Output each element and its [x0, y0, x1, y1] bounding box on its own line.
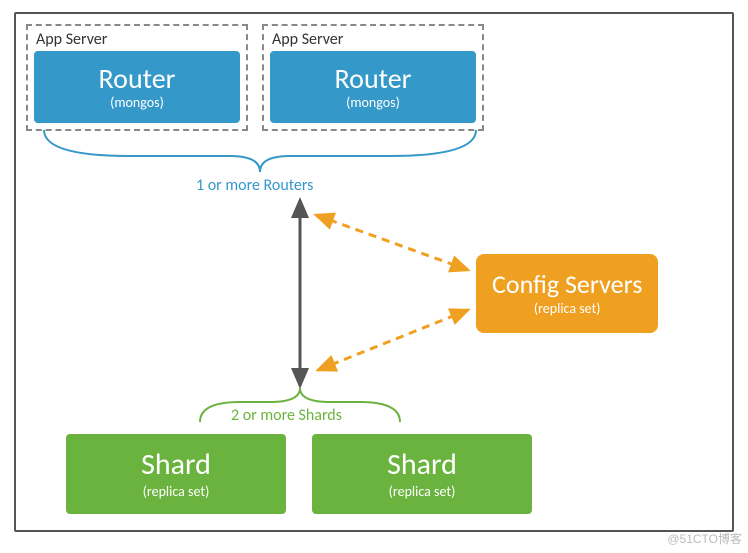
app-server-box-1: App Server Router (mongos) [26, 24, 248, 131]
shard-box-2: Shard (replica set) [312, 434, 532, 514]
routers-brace-label: 1 or more Routers [196, 176, 313, 195]
shard-title: Shard [66, 446, 286, 483]
router-box-2: Router (mongos) [270, 51, 476, 123]
router-subtitle: (mongos) [270, 94, 476, 111]
shard-box-1: Shard (replica set) [66, 434, 286, 514]
shards-brace-label: 2 or more Shards [231, 406, 342, 425]
app-server-label: App Server [34, 30, 240, 51]
app-server-box-2: App Server Router (mongos) [262, 24, 484, 131]
router-box-1: Router (mongos) [34, 51, 240, 123]
app-server-label: App Server [270, 30, 476, 51]
diagram-frame: App Server Router (mongos) App Server Ro… [14, 12, 734, 532]
watermark: @51CTO博客 [667, 530, 742, 547]
shard-title: Shard [312, 446, 532, 483]
shard-subtitle: (replica set) [66, 483, 286, 500]
router-subtitle: (mongos) [34, 94, 240, 111]
shard-subtitle: (replica set) [312, 483, 532, 500]
config-subtitle: (replica set) [492, 300, 642, 317]
config-servers-box: Config Servers (replica set) [476, 254, 658, 333]
router-title: Router [270, 61, 476, 96]
config-title: Config Servers [492, 268, 642, 300]
router-title: Router [34, 61, 240, 96]
